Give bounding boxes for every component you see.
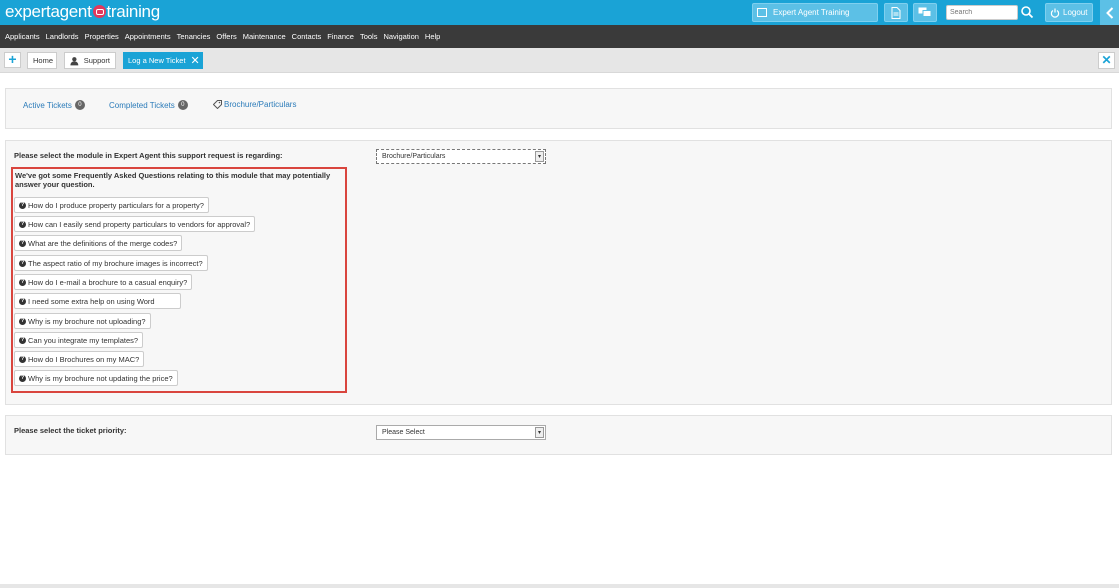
priority-label: Please select the ticket priority: [14, 426, 127, 435]
power-icon [1050, 8, 1060, 18]
nav-item-contacts[interactable]: Contacts [292, 32, 322, 41]
user-icon [70, 56, 79, 65]
faq-question-button[interactable]: ? How do I e-mail a brochure to a casual … [14, 274, 193, 290]
question-icon: ? [19, 220, 26, 228]
faq-question-label: How do I produce property particulars fo… [28, 200, 204, 210]
faq-question-label: Why is my brochure not updating the pric… [28, 373, 173, 383]
nav-item-tools[interactable]: Tools [360, 32, 378, 41]
dropdown-arrow-icon: ▾ [535, 151, 544, 162]
main-nav: Applicants Landlords Properties Appointm… [0, 25, 1119, 48]
collapse-button[interactable] [1100, 0, 1119, 25]
module-label: Please select the module in Expert Agent… [14, 151, 283, 160]
nav-item-landlords[interactable]: Landlords [46, 32, 79, 41]
logout-button[interactable]: Logout [1045, 3, 1093, 22]
faq-question-label: Why is my brochure not uploading? [28, 316, 146, 326]
tab-home[interactable]: Home [27, 52, 57, 69]
faq-question-button[interactable]: ? How do I produce property particulars f… [14, 197, 209, 213]
question-icon: ? [19, 297, 26, 305]
faq-question-button[interactable]: ? What are the definitions of the merge c… [14, 235, 183, 251]
logo-mark-icon [92, 5, 106, 18]
nav-item-navigation[interactable]: Navigation [383, 32, 418, 41]
nav-item-maintenance[interactable]: Maintenance [243, 32, 286, 41]
nav-item-help[interactable]: Help [425, 32, 440, 41]
nav-item-applicants[interactable]: Applicants [5, 32, 40, 41]
priority-select-value: Please Select [382, 429, 425, 436]
faq-intro: We've got some Frequently Asked Question… [15, 171, 331, 189]
nav-item-appointments[interactable]: Appointments [125, 32, 171, 41]
nav-item-properties[interactable]: Properties [85, 32, 119, 41]
tab-support-label: Support [83, 56, 110, 65]
priority-panel [5, 415, 1112, 455]
search-input[interactable] [946, 5, 1018, 20]
faq-question-label: Can you integrate my templates? [28, 335, 139, 345]
storefront-icon [757, 8, 767, 17]
question-icon: ? [19, 201, 26, 209]
nav-item-offers[interactable]: Offers [216, 32, 236, 41]
faq-question-button[interactable]: ? I need some extra help on using Word [14, 293, 181, 309]
active-count-badge: 0 [74, 100, 85, 110]
tab-log-new-ticket[interactable]: Log a New Ticket ✕ [123, 52, 203, 69]
subtab-completed-label: Completed Tickets [109, 100, 175, 110]
search-icon[interactable] [1020, 4, 1034, 20]
faq-question-button[interactable]: ? Why is my brochure not updating the pri… [14, 370, 178, 386]
faq-question-button[interactable]: ? Why is my brochure not uploading? [14, 313, 151, 329]
chevron-left-icon [1105, 6, 1113, 19]
app-logo[interactable]: expertagent training [5, 2, 160, 22]
close-tab-icon[interactable]: ✕ [191, 54, 200, 67]
question-icon: ? [19, 317, 26, 325]
module-select[interactable]: Brochure/Particulars ▾ [376, 149, 546, 164]
question-icon: ? [19, 278, 26, 286]
priority-select[interactable]: Please Select ▾ [376, 425, 546, 440]
subtab-active-label: Active Tickets [23, 100, 72, 110]
faq-question-label: I need some extra help on using Word [28, 296, 155, 306]
site-label: Expert Agent Training [773, 8, 850, 17]
logo-text-left: expertagent [5, 2, 92, 21]
question-icon: ? [19, 374, 26, 382]
faq-question-button[interactable]: ? The aspect ratio of my brochure images … [14, 255, 208, 271]
add-tab-button[interactable]: + [4, 52, 21, 68]
question-icon: ? [19, 336, 26, 344]
nav-item-tenancies[interactable]: Tenancies [177, 32, 211, 41]
subtab-brochure[interactable]: Brochure/Particulars [213, 100, 296, 109]
faq-question-label: How do I e-mail a brochure to a casual e… [28, 277, 188, 287]
site-switcher-button[interactable]: Expert Agent Training [752, 3, 878, 22]
subtab-completed-tickets[interactable]: Completed Tickets 0 [109, 100, 188, 110]
faq-question-label: How do I Brochures on my MAC? [28, 354, 140, 364]
faq-question-label: How can I easily send property particula… [28, 219, 251, 229]
subtab-active-tickets[interactable]: Active Tickets 0 [23, 100, 85, 110]
question-icon: ? [19, 259, 26, 267]
module-select-value: Brochure/Particulars [382, 153, 446, 160]
question-icon: ? [19, 239, 26, 247]
footer-strip [0, 584, 1119, 588]
faq-question-label: What are the definitions of the merge co… [28, 238, 178, 248]
nav-item-finance[interactable]: Finance [327, 32, 354, 41]
faq-question-button[interactable]: ? Can you integrate my templates? [14, 332, 144, 348]
faq-question-button[interactable]: ? How can I easily send property particul… [14, 216, 256, 232]
logout-label: Logout [1063, 8, 1088, 17]
close-all-button[interactable]: ✕ [1098, 52, 1115, 69]
subtab-brochure-label: Brochure/Particulars [224, 100, 297, 109]
tab-support[interactable]: Support [64, 52, 116, 69]
document-icon [891, 6, 901, 19]
dropdown-arrow-icon: ▾ [535, 427, 544, 438]
question-icon: ? [19, 355, 26, 363]
faq-question-label: The aspect ratio of my brochure images i… [28, 258, 203, 268]
tag-icon [213, 100, 222, 109]
tab-home-label: Home [33, 56, 54, 65]
chat-icon [918, 7, 932, 17]
documents-button[interactable] [884, 3, 908, 22]
logo-text-right: training [106, 2, 161, 21]
faq-question-button[interactable]: ? How do I Brochures on my MAC? [14, 351, 145, 367]
completed-count-badge: 0 [177, 100, 188, 110]
messages-button[interactable] [913, 3, 937, 22]
tab-active-label: Log a New Ticket [128, 56, 186, 65]
